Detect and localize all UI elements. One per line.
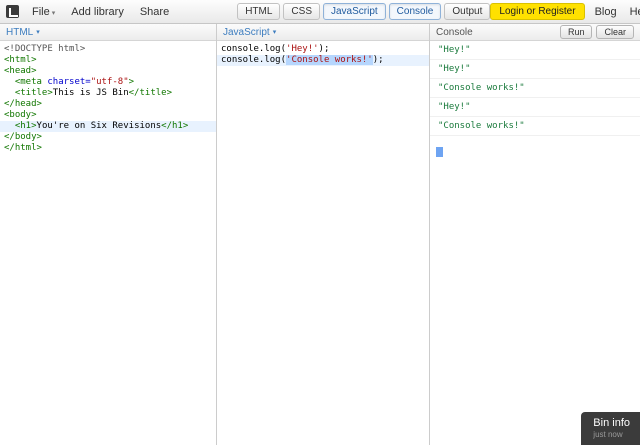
console-panel-header: Console Run Clear — [430, 24, 640, 41]
javascript-panel-label: JavaScript — [223, 26, 270, 38]
code-token: </title> — [128, 88, 172, 98]
bin-info-overlay[interactable]: Bin info just now — [581, 412, 640, 445]
share-label: Share — [139, 5, 170, 18]
code-line: <h1>You're on Six Revisions</h1> — [0, 121, 216, 132]
bin-info-title: Bin info — [593, 417, 630, 429]
code-token: > — [128, 77, 135, 87]
panel-toggle-javascript[interactable]: JavaScript — [322, 3, 386, 20]
code-line: <meta charset="utf-8"> — [0, 77, 216, 88]
file-menu[interactable]: File ▾ — [24, 3, 63, 21]
console-input[interactable] — [430, 136, 640, 168]
html-panel-header: HTML ▾ — [0, 24, 216, 41]
code-token: <title> — [14, 88, 53, 98]
toolbar-center-group: HTML CSS JavaScript Console Output — [177, 3, 491, 20]
code-token: charset= — [47, 77, 91, 87]
console-panel-label: Console — [436, 26, 473, 38]
code-token: </html> — [4, 143, 42, 153]
code-line: <!DOCTYPE html> — [0, 44, 216, 55]
html-panel-menu[interactable]: HTML ▾ — [6, 27, 40, 38]
toolbar-right-group: Login or Register Blog Help — [490, 3, 640, 21]
javascript-panel-header: JavaScript ▾ — [217, 24, 429, 41]
chevron-down-icon: ▾ — [51, 9, 56, 17]
code-line: <head> — [0, 66, 216, 77]
code-token: This is JS Bin — [52, 88, 129, 98]
code-token: </h1> — [161, 121, 189, 131]
javascript-panel: JavaScript ▾ console.log('Hey!'); console… — [217, 24, 430, 445]
console-entry: "Hey!" — [430, 98, 640, 117]
code-line: <title>This is JS Bin</title> — [0, 88, 216, 99]
jsbin-logo-icon[interactable] — [6, 5, 19, 18]
code-line: </body> — [0, 132, 216, 143]
code-line: </html> — [0, 143, 216, 154]
code-token: 'Hey!' — [286, 44, 319, 54]
code-token: 'Console works!' — [286, 55, 373, 65]
console-entry: "Hey!" — [430, 41, 640, 60]
add-library-label: Add library — [71, 5, 124, 18]
panel-toggle-html[interactable]: HTML — [237, 3, 281, 20]
code-token: ); — [372, 55, 384, 65]
code-token: You're on Six Revisions — [36, 121, 162, 131]
chevron-down-icon: ▾ — [36, 29, 40, 36]
javascript-code-editor[interactable]: console.log('Hey!'); console.log('Console… — [217, 41, 429, 69]
add-library-menu[interactable]: Add library — [63, 3, 132, 21]
panel-toggle-group: HTML CSS JavaScript Console Output — [237, 3, 491, 20]
javascript-panel-menu[interactable]: JavaScript ▾ — [223, 27, 276, 38]
html-code-editor[interactable]: <!DOCTYPE html> <html> <head> <meta charse… — [0, 41, 216, 157]
clear-button[interactable]: Clear — [596, 25, 634, 39]
code-token: "utf-8" — [90, 77, 129, 87]
console-panel: Console Run Clear "Hey!" "Hey!" "Console w… — [430, 24, 640, 445]
console-panel-label-wrap: Console — [436, 27, 473, 38]
code-token: <head> — [4, 66, 37, 76]
code-token: ); — [318, 44, 330, 54]
console-entry: "Console works!" — [430, 79, 640, 98]
console-entry: "Console works!" — [430, 117, 640, 136]
bin-info-time: just now — [593, 430, 623, 439]
file-menu-label: File — [32, 5, 50, 18]
code-token: </body> — [4, 132, 42, 142]
login-register-button[interactable]: Login or Register — [490, 3, 585, 20]
panel-toggle-css[interactable]: CSS — [283, 3, 320, 20]
html-panel-label: HTML — [6, 26, 34, 38]
panel-toggle-output[interactable]: Output — [444, 3, 491, 20]
console-cursor — [436, 146, 443, 157]
console-output-list: "Hey!" "Hey!" "Console works!" "Hey!" "Conso… — [430, 41, 640, 136]
code-token: <!DOCTYPE html> — [4, 44, 86, 54]
code-token: <h1> — [14, 121, 37, 131]
code-line: console.log('Console works!'); — [217, 55, 429, 66]
code-token: <body> — [4, 110, 37, 120]
code-token: </head> — [4, 99, 42, 109]
blog-link[interactable]: Blog — [589, 3, 623, 21]
code-line: console.log('Hey!'); — [217, 44, 429, 55]
toolbar-left-group: File ▾ Add library Share — [4, 3, 177, 21]
code-line: <html> — [0, 55, 216, 66]
code-token: console.log( — [221, 55, 287, 65]
panel-toggle-console[interactable]: Console — [388, 3, 442, 20]
share-menu[interactable]: Share — [132, 3, 177, 21]
chevron-down-icon: ▾ — [272, 29, 277, 36]
editor-panels: HTML ▾ <!DOCTYPE html> <html> <head> <meta… — [0, 24, 640, 445]
console-entry: "Hey!" — [430, 60, 640, 79]
run-button[interactable]: Run — [559, 25, 593, 39]
code-token: <meta — [14, 77, 48, 87]
console-header-buttons: Run Clear — [559, 25, 634, 39]
code-token: console.log( — [221, 44, 287, 54]
code-line: <body> — [0, 110, 216, 121]
top-toolbar: File ▾ Add library Share HTML CSS JavaScrip… — [0, 0, 640, 24]
code-token: <html> — [4, 55, 37, 65]
help-link[interactable]: Help — [624, 3, 640, 21]
html-panel: HTML ▾ <!DOCTYPE html> <html> <head> <meta… — [0, 24, 217, 445]
code-line: </head> — [0, 99, 216, 110]
